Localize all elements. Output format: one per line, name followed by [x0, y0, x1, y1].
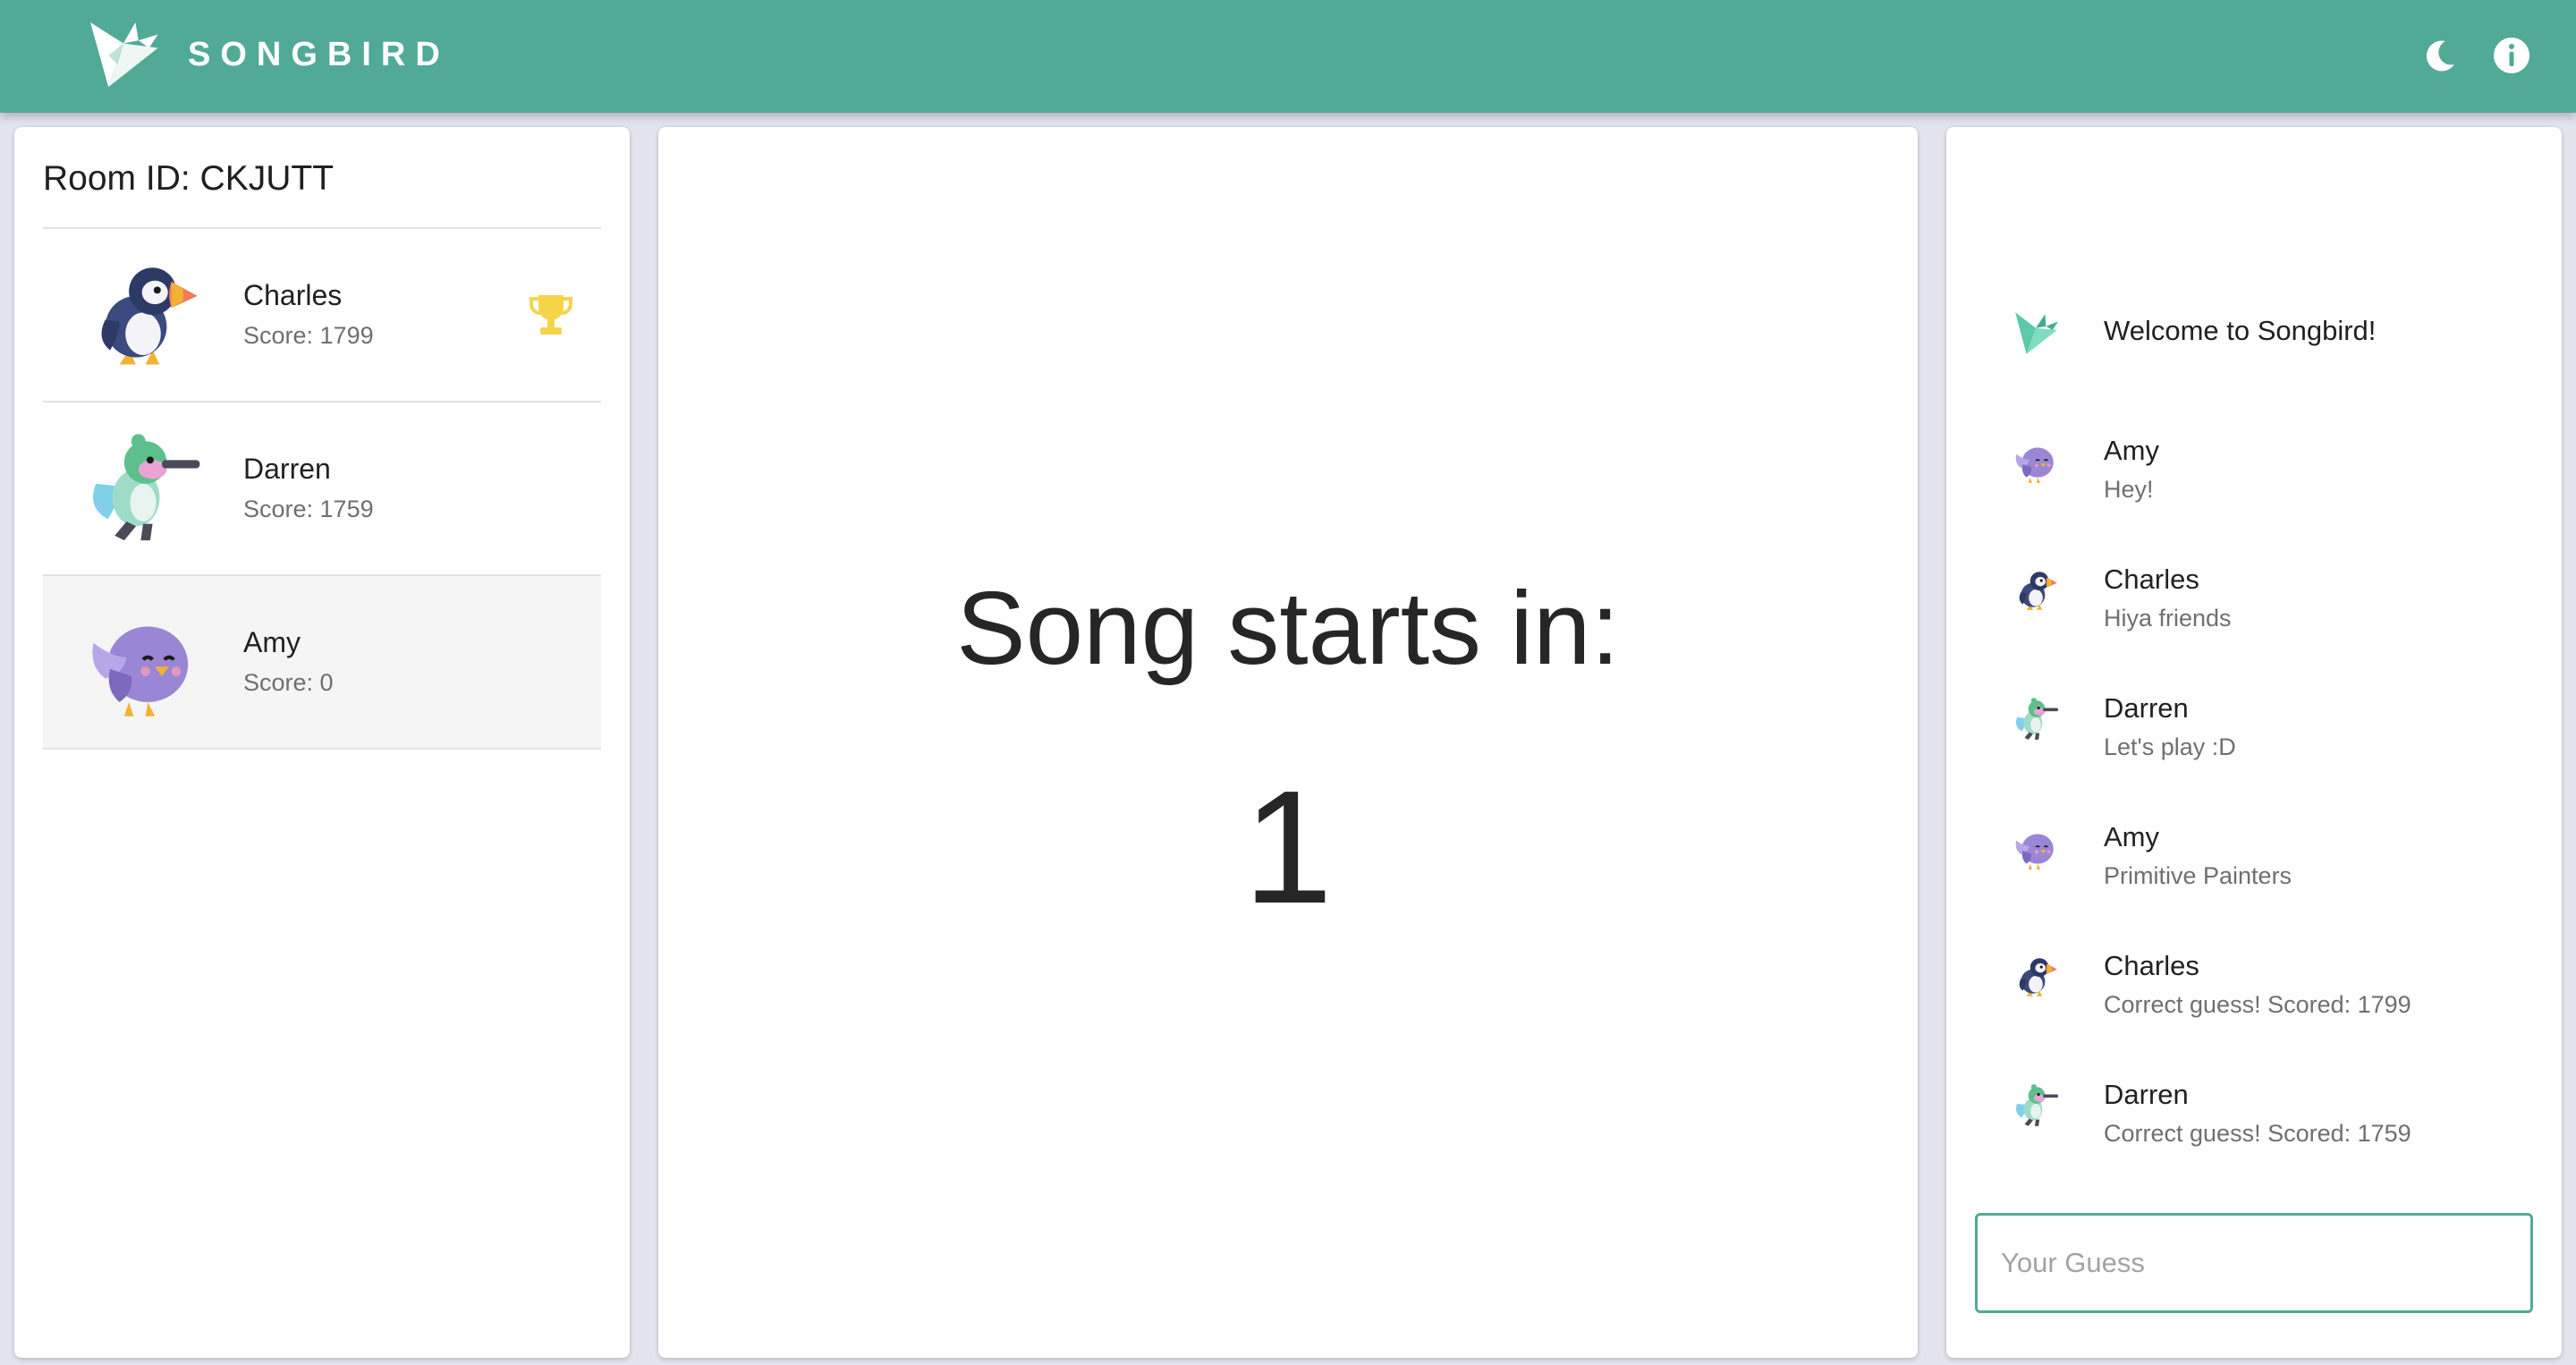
- purple-bird-icon: [82, 603, 204, 721]
- chat-message: Darren Let's play :D: [1946, 674, 2562, 803]
- welcome-text: Welcome to Songbird!: [2104, 315, 2377, 346]
- chat-messages: Welcome to Songbird! Amy Hey! Charles Hi…: [1946, 288, 2562, 1190]
- chat-panel: Welcome to Songbird! Amy Hey! Charles Hi…: [1946, 127, 2562, 1358]
- room-id-label: Room ID: CKJUTT: [43, 159, 335, 198]
- countdown-value: 1: [1242, 758, 1334, 937]
- chat-message: Charles Correct guess! Scored: 1799: [1946, 932, 2562, 1061]
- app-title[interactable]: SONGBIRD: [188, 34, 450, 75]
- message-author: Charles: [2104, 564, 2199, 595]
- message-text: Correct guess! Scored: 1759: [2104, 1120, 2411, 1147]
- puffin-icon: [2012, 954, 2059, 1000]
- puffin-icon: [82, 256, 204, 374]
- player-score: Score: 0: [243, 669, 334, 696]
- player-name: Charles: [243, 279, 343, 311]
- origami-bird-logo-icon[interactable]: [86, 18, 161, 93]
- player-name: Darren: [243, 453, 331, 485]
- purple-bird-icon: [2012, 825, 2059, 871]
- player-score: Score: 1759: [243, 496, 374, 522]
- info-icon[interactable]: [2490, 34, 2533, 77]
- players-panel: Room ID: CKJUTT Charles Score: 1799 Darr…: [14, 127, 630, 1358]
- message-text: Correct guess! Scored: 1799: [2104, 991, 2411, 1018]
- countdown-label: Song starts in:: [956, 570, 1620, 686]
- hummingbird-icon: [82, 429, 204, 547]
- chat-message: Darren Correct guess! Scored: 1759: [1946, 1061, 2562, 1190]
- origami-bird-icon: [2015, 312, 2058, 354]
- message-text: Let's play :D: [2104, 733, 2236, 760]
- message-author: Charles: [2104, 950, 2199, 981]
- player-row-darren[interactable]: Darren Score: 1759: [43, 403, 601, 576]
- game-panel: Song starts in: 1: [658, 127, 1918, 1358]
- player-row-charles[interactable]: Charles Score: 1799: [43, 229, 601, 403]
- message-author: Darren: [2104, 1079, 2189, 1110]
- trophy-icon: [530, 295, 572, 335]
- player-list: Charles Score: 1799 Darren Score: 1759 A…: [43, 229, 601, 750]
- guess-input[interactable]: [1975, 1213, 2533, 1313]
- message-text: Hey!: [2104, 476, 2154, 503]
- player-name: Amy: [243, 626, 301, 658]
- message-author: Amy: [2104, 435, 2159, 466]
- purple-bird-icon: [2012, 438, 2059, 485]
- message-text: Primitive Painters: [2104, 862, 2292, 889]
- puffin-icon: [2012, 567, 2059, 614]
- message-author: Darren: [2104, 692, 2189, 724]
- app-bar: SONGBIRD: [0, 0, 2576, 113]
- chat-message: Charles Hiya friends: [1946, 546, 2562, 674]
- hummingbird-icon: [2012, 696, 2059, 742]
- chat-message: Amy Hey!: [1946, 417, 2562, 546]
- message-author: Amy: [2104, 821, 2159, 852]
- chat-message: Amy Primitive Painters: [1946, 803, 2562, 932]
- player-row-amy[interactable]: Amy Score: 0: [43, 576, 601, 750]
- moon-icon[interactable]: [2419, 34, 2462, 77]
- player-score: Score: 1799: [243, 322, 374, 349]
- message-text: Hiya friends: [2104, 605, 2232, 632]
- hummingbird-icon: [2012, 1082, 2059, 1129]
- welcome-message: Welcome to Songbird!: [1946, 288, 2562, 417]
